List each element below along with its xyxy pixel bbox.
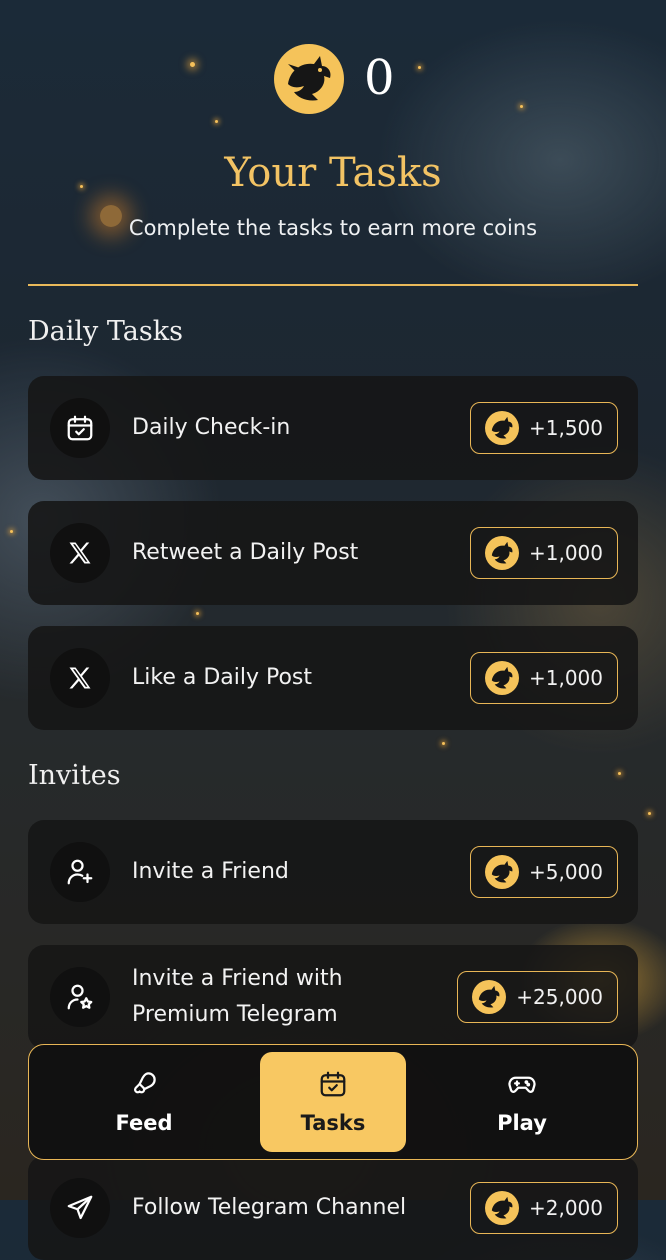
dragon-coin-icon (472, 980, 507, 1014)
spark (648, 812, 651, 815)
dragon-coin-icon (484, 411, 519, 445)
reward-amount: +1,000 (528, 666, 603, 690)
section-title-invites: Invites (28, 760, 121, 791)
reward-badge[interactable]: +1,000 (469, 527, 618, 579)
page-subtitle: Complete the tasks to earn more coins (128, 216, 538, 240)
nav-label-tasks: Tasks (300, 1111, 366, 1135)
calendar-check-icon (320, 1071, 346, 1097)
task-label: Follow Telegram Channel (132, 1195, 407, 1220)
task-card-invite-premium[interactable]: Invite a Friend with Premium Telegram +2… (28, 945, 638, 1049)
x-logo-icon (50, 648, 110, 708)
dragon-coin-icon (484, 661, 519, 695)
task-card-follow-channel[interactable]: Follow Telegram Channel +2,000 (28, 1156, 638, 1260)
reward-amount: +5,000 (528, 860, 603, 884)
header-divider (28, 284, 638, 286)
task-label: Like a Daily Post (132, 665, 313, 690)
x-logo-icon (50, 523, 110, 583)
dragon-coin-icon (274, 44, 344, 114)
reward-amount: +25,000 (516, 985, 603, 1009)
task-label: Invite a Friend (132, 859, 289, 884)
calendar-check-icon (50, 398, 110, 458)
spark (520, 105, 523, 108)
task-card-retweet[interactable]: Retweet a Daily Post +1,000 (28, 501, 638, 605)
nav-item-play[interactable]: Play (449, 1052, 595, 1152)
task-card-like[interactable]: Like a Daily Post +1,000 (28, 626, 638, 730)
task-card-daily-checkin[interactable]: Daily Check-in +1,500 (28, 376, 638, 480)
reward-amount: +1,000 (528, 541, 603, 565)
reward-badge[interactable]: +2,000 (469, 1182, 618, 1234)
task-label: Daily Check-in (132, 415, 291, 440)
reward-badge[interactable]: +1,000 (469, 652, 618, 704)
task-card-invite-friend[interactable]: Invite a Friend +5,000 (28, 820, 638, 924)
task-label-line: Invite a Friend with (132, 966, 343, 991)
feed-drumstick-icon (133, 1072, 156, 1094)
reward-badge[interactable]: +25,000 (457, 971, 618, 1023)
spark (215, 120, 218, 123)
task-label: Invite a Friend with Premium Telegram (132, 945, 343, 1049)
user-plus-icon (50, 842, 110, 902)
user-star-icon (50, 967, 110, 1027)
section-title-daily: Daily Tasks (28, 316, 183, 347)
dragon-coin-icon (484, 536, 519, 570)
dragon-coin-icon (484, 855, 519, 889)
spark (618, 772, 621, 775)
reward-amount: +1,500 (528, 416, 603, 440)
nav-label-feed: Feed (115, 1111, 173, 1135)
dragon-coin-icon (484, 1191, 519, 1225)
spark (190, 62, 195, 67)
reward-badge[interactable]: +5,000 (469, 846, 618, 898)
page-title: Your Tasks (224, 150, 442, 196)
spark (442, 742, 445, 745)
bottom-nav: Feed Tasks Play (28, 1044, 638, 1160)
send-icon (50, 1178, 110, 1238)
spark (418, 66, 421, 69)
nav-item-tasks[interactable]: Tasks (260, 1052, 406, 1152)
nav-item-feed[interactable]: Feed (71, 1052, 217, 1152)
spark (10, 530, 13, 533)
reward-badge[interactable]: +1,500 (469, 402, 618, 454)
task-label: Retweet a Daily Post (132, 540, 359, 565)
spark (196, 612, 199, 615)
coin-balance: 0 (364, 50, 395, 106)
nav-label-play: Play (497, 1111, 547, 1135)
gamepad-icon (508, 1076, 536, 1093)
task-label-line: Premium Telegram (132, 1002, 338, 1027)
